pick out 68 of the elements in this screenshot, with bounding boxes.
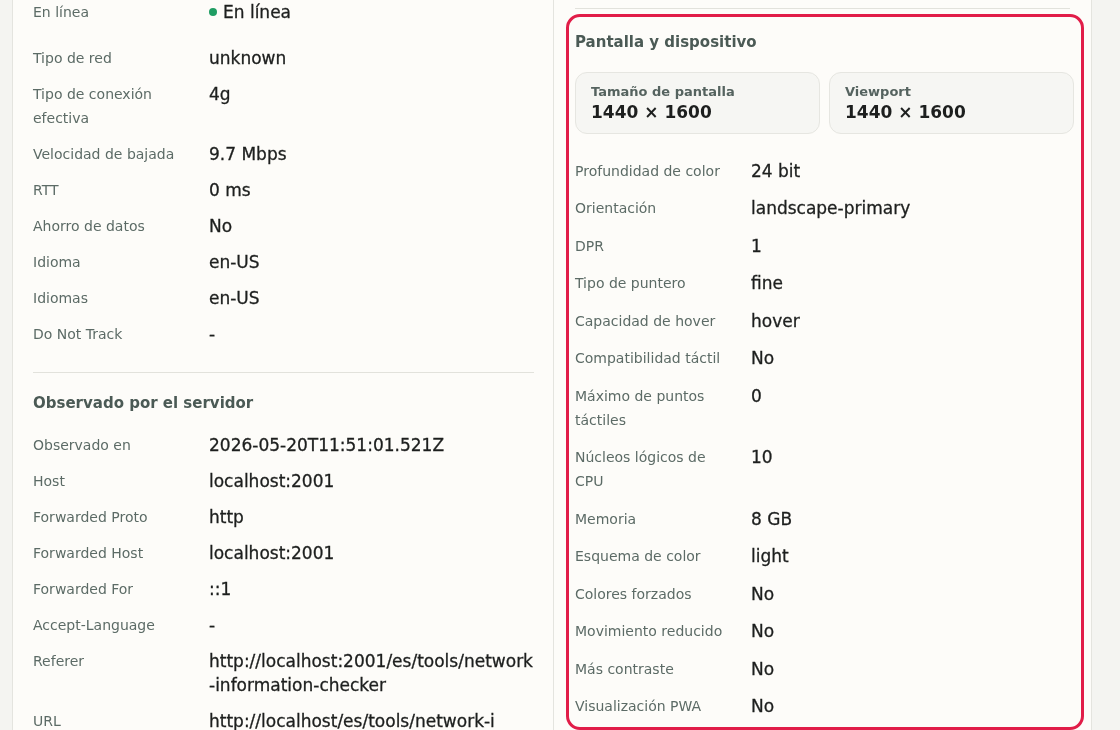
info-value: localhost:2001 — [209, 471, 335, 491]
info-label: Forwarded Host — [33, 545, 144, 561]
info-value: unknown — [209, 48, 287, 68]
info-label: Tipo de red — [33, 50, 112, 66]
info-label: Idiomas — [33, 290, 88, 306]
info-value: hover — [751, 310, 800, 331]
info-value: landscape-primary — [751, 198, 911, 219]
info-value: 4g — [209, 84, 231, 104]
info-value: light — [751, 546, 789, 567]
info-value: 1 — [751, 235, 762, 256]
info-label: Más contraste — [575, 660, 674, 677]
info-label: Forwarded For — [33, 581, 134, 597]
info-value: 9.7 Mbps — [209, 144, 287, 164]
info-label: Núcleos lógicos de CPU — [575, 449, 706, 490]
stat-value: 1440 × 1600 — [845, 101, 966, 123]
stat-label: Tamaño de pantalla — [591, 83, 735, 101]
info-value: - — [209, 324, 216, 344]
info-value: 24 bit — [751, 160, 801, 181]
info-label: Accept-Language — [33, 617, 155, 633]
info-value: No — [209, 216, 233, 236]
info-label: Visualización PWA — [575, 698, 702, 715]
info-label: Referer — [33, 653, 85, 669]
info-value: No — [751, 583, 775, 604]
info-label: Idioma — [33, 254, 81, 270]
section-heading: Pantalla y dispositivo — [575, 33, 757, 51]
info-value: 8 GB — [751, 508, 793, 529]
info-label: Compatibilidad táctil — [575, 350, 721, 367]
info-value: en-US — [209, 288, 260, 308]
section-heading: Observado por el servidor — [33, 394, 254, 412]
info-label: En línea — [33, 4, 89, 20]
info-label: Orientación — [575, 200, 657, 217]
info-value: No — [751, 348, 775, 369]
info-value: fine — [751, 273, 783, 294]
info-value: 2026-05-20T11:51:01.521Z — [209, 435, 445, 455]
info-label: URL — [33, 713, 61, 729]
info-label: Velocidad de bajada — [33, 146, 175, 162]
info-label: Colores forzados — [575, 585, 692, 602]
info-value: No — [751, 696, 775, 717]
info-label: Tipo de conexión efectiva — [33, 86, 152, 126]
info-value: No — [751, 621, 775, 642]
info-label: Ahorro de datos — [33, 218, 145, 234]
info-label: Tipo de puntero — [575, 275, 686, 292]
info-value: 10 — [751, 447, 773, 468]
stat-label: Viewport — [845, 83, 911, 101]
info-label: RTT — [33, 182, 59, 198]
info-value: - — [209, 615, 216, 635]
info-value: http — [209, 507, 244, 527]
info-value: http://localhost/es/tools/network-i — [209, 711, 495, 730]
info-label: Observado en — [33, 437, 131, 453]
info-label: Memoria — [575, 510, 637, 527]
info-value: En línea — [223, 1, 292, 24]
stat-value: 1440 × 1600 — [591, 101, 712, 123]
info-value: http://localhost:2001/es/tools/network-information-checker — [209, 651, 533, 695]
info-label: Movimiento reducido — [575, 623, 723, 640]
info-label: Profundidad de color — [575, 162, 720, 179]
info-label: Do Not Track — [33, 326, 123, 342]
info-label: Capacidad de hover — [575, 312, 716, 329]
info-value: 0 ms — [209, 180, 251, 200]
info-value: ::1 — [209, 579, 232, 599]
info-label: DPR — [575, 237, 604, 254]
info-label: Esquema de color — [575, 548, 701, 565]
info-label: Forwarded Proto — [33, 509, 148, 525]
info-value: 0 — [751, 385, 762, 406]
info-label: Máximo de puntos táctiles — [575, 387, 705, 428]
info-value: en-US — [209, 252, 260, 272]
info-label: Host — [33, 473, 65, 489]
info-value: No — [751, 658, 775, 679]
info-value: localhost:2001 — [209, 543, 335, 563]
